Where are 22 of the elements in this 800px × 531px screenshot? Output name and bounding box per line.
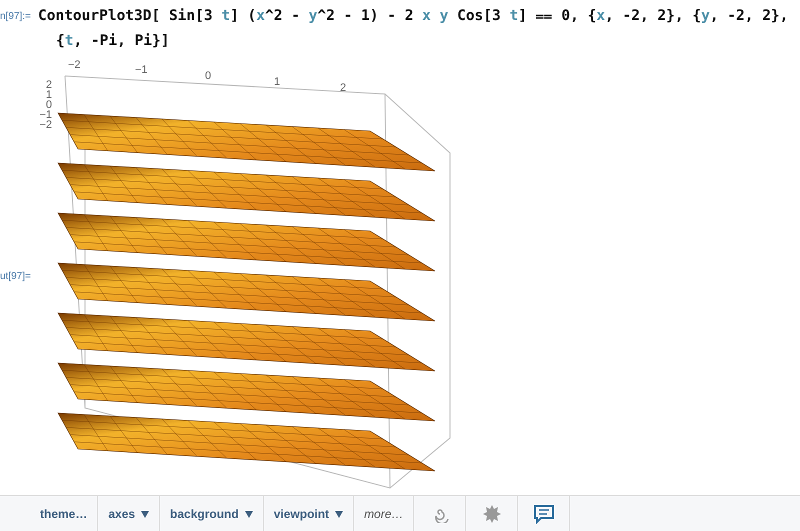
axis-tick-label: 2 — [46, 79, 52, 91]
axis-tick-label: 1 — [274, 76, 280, 88]
output-label: ut[97]= — [0, 270, 32, 282]
toolbar-button[interactable]: theme… — [30, 496, 98, 531]
axis-tick-label: 1 — [46, 89, 52, 101]
axis-tick-label: −2 — [40, 119, 52, 131]
axis-tick-label: −2 — [68, 59, 81, 71]
toolbar-button[interactable]: viewpoint — [264, 496, 354, 531]
code-line[interactable]: {t, -Pi, Pi}] — [38, 29, 788, 54]
input-label: n[97]:= — [0, 10, 32, 22]
axis-tick-label: 0 — [205, 70, 212, 82]
code-line[interactable]: ContourPlot3D[ Sin[3 t] (x^2 - y^2 - 1) - 2 x y Cos[3 t] ⩵ 0, {x, -2, 2}, {y, -2, 2}, — [38, 4, 788, 29]
axis-tick-label: 2 — [340, 82, 346, 94]
toolbar-button[interactable]: background — [160, 496, 264, 531]
toolbar-button[interactable]: axes — [98, 496, 160, 531]
toolbar-button[interactable]: more… — [354, 496, 414, 531]
caret-icon — [335, 510, 344, 518]
caret-icon — [244, 510, 253, 518]
axis-tick-label: −1 — [40, 109, 52, 121]
axis-tick-label: −1 — [135, 64, 148, 76]
axis-tick-label: 0 — [46, 99, 52, 111]
caret-icon — [141, 510, 150, 518]
